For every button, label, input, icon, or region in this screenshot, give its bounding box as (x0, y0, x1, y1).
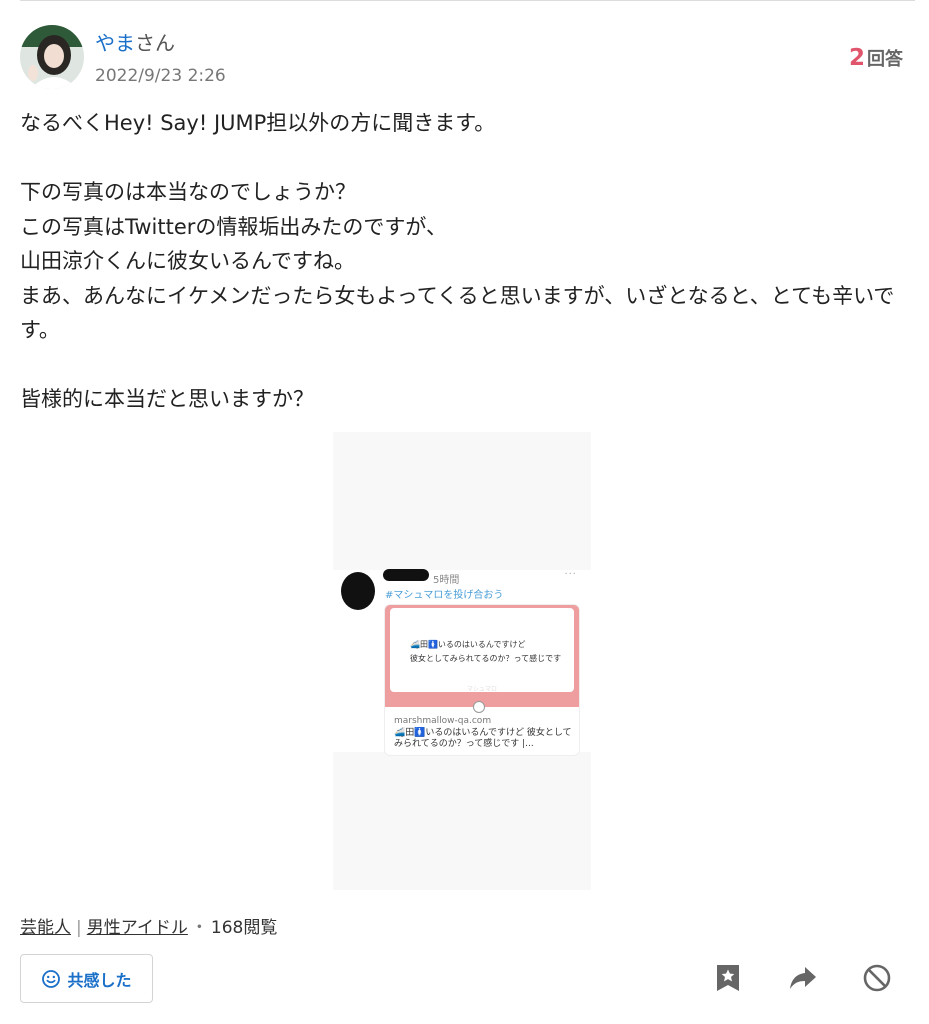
card-excerpt: 🚄田🚺いるのはいるんですけど 彼女としてみられてるのか？って感じです |... (394, 728, 572, 749)
question-line: 皆様的に本当だと思いますか？ (20, 387, 314, 411)
tag-line: 芸能人 | 男性アイドル・ 168閲覧 (20, 916, 277, 940)
tag-dot: ・ (190, 918, 208, 938)
more-icon: ··· (564, 569, 577, 580)
avatar[interactable] (20, 25, 84, 89)
card-message-box: 🚄田🚺いるのはいるんですけど 彼女としてみられてるのか？って感じです マシュマロ (390, 608, 574, 693)
username-suffix: さん (135, 31, 175, 55)
empathy-button[interactable]: 共感した (20, 954, 153, 1003)
card-image: 🚄田🚺いるのはいるんですけど 彼女としてみられてるのか？って感じです マシュマロ (385, 605, 579, 713)
tag-separator: | (76, 918, 82, 938)
category-link[interactable]: 男性アイドル (87, 918, 188, 938)
username[interactable]: やまさん (95, 30, 175, 56)
card-message: 🚄田🚺いるのはいるんですけど 彼女としてみられてるのか？って感じです (410, 638, 561, 666)
card-brand: マシュマロ (466, 686, 497, 693)
share-arrow-icon (790, 967, 816, 989)
card-hinge-icon (473, 701, 485, 713)
category-link[interactable]: 芸能人 (20, 918, 71, 938)
smile-icon (42, 969, 61, 988)
username-name[interactable]: やま (95, 31, 135, 55)
answer-count-number: 2 (848, 45, 865, 71)
redacted-avatar (341, 572, 375, 610)
question-line: 下の写真のは本当なのでしょうか？ (20, 180, 356, 204)
link-card: 🚄田🚺いるのはいるんですけど 彼女としてみられてるのか？って感じです マシュマロ… (384, 604, 580, 756)
card-domain: marshmallow-qa.com (394, 716, 492, 726)
question-line: まあ、あんなにイケメンだったら女もよってくると思いますが、いざとなると、とても辛… (20, 283, 895, 343)
bookmark-star-icon (717, 965, 739, 991)
post-date: 2022/9/23 2:26 (95, 66, 226, 86)
question-line: 山田涼介くんに彼女いるんですね。 (20, 249, 355, 273)
empathy-label: 共感した (67, 970, 132, 990)
attached-photo[interactable]: 5時間 ··· #マシュマロを投げ合おう 🚄田🚺いるのはいるんですけど 彼女とし… (333, 432, 591, 890)
top-divider (20, 0, 915, 1)
block-button[interactable] (861, 962, 893, 994)
tweet-hashtag: #マシュマロを投げ合おう (385, 590, 504, 601)
block-icon (863, 964, 891, 992)
avatar-photo-icon (20, 25, 84, 89)
answer-count[interactable]: 2 回答 (849, 44, 903, 74)
share-button[interactable] (787, 962, 819, 994)
card-message-line: 彼女としてみられてるのか？って感じです (410, 654, 562, 663)
question-line: なるべくHey! Say! JUMP担以外の方に聞きます。 (20, 111, 496, 135)
bookmark-button[interactable] (712, 962, 744, 994)
card-message-line: 🚄田🚺いるのはいるんですけど (410, 640, 526, 649)
question-body: なるべくHey! Say! JUMP担以外の方に聞きます。 下の写真のは本当なの… (20, 106, 900, 417)
tweet-time: 5時間 (433, 575, 460, 586)
redacted-handle (383, 569, 429, 581)
view-count: 168閲覧 (210, 918, 278, 938)
question-line: この写真はTwitterの情報垢出みたのですが、 (20, 214, 447, 239)
answer-count-label: 回答 (867, 49, 903, 70)
